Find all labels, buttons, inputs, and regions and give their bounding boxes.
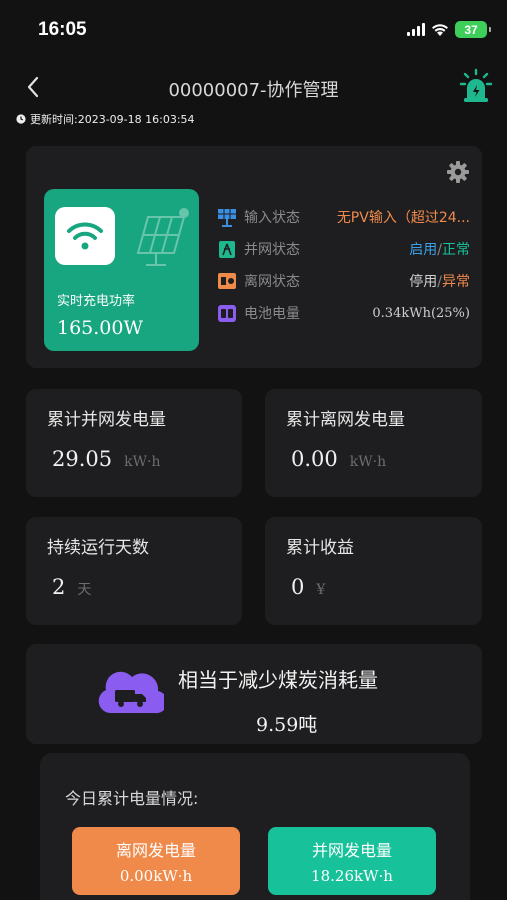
power-label: 实时充电功率: [57, 294, 136, 309]
coal-saving-value: 9.59吨: [256, 714, 318, 736]
clock-icon: [16, 114, 26, 124]
status-list: 输入状态 无PV输入（超过24... 并网状态 启用/正常 离网状态 停用/异常…: [216, 201, 478, 329]
offgrid-generation-label: 累计离网发电量: [286, 410, 405, 430]
grid-status-value: 启用/正常: [409, 239, 470, 259]
today-summary-card: 今日累计电量情况: 离网发电量 0.00kW·h 并网发电量 18.26kW·h: [40, 753, 470, 900]
offgrid-status-abnormal: 异常: [442, 274, 470, 290]
system-icons: 37: [407, 21, 491, 38]
alarm-button[interactable]: [459, 68, 493, 104]
offgrid-today-label: 离网发电量: [115, 841, 196, 860]
offgrid-today-button[interactable]: 离网发电量 0.00kW·h: [72, 827, 240, 895]
battery-status-value: 0.34kWh(25%): [372, 305, 470, 321]
alarm-light-icon: [459, 68, 493, 102]
settings-button[interactable]: [446, 160, 470, 184]
nav-bar: 00000007-协作管理: [0, 62, 507, 110]
run-days-card: 持续运行天数 2天: [26, 517, 242, 625]
income-value: 0 ¥: [291, 575, 325, 599]
grid-status-normal: 正常: [442, 242, 470, 258]
offgrid-status-row: 离网状态 停用/异常: [216, 265, 478, 297]
offgrid-status-value: 停用/异常: [409, 271, 470, 291]
cellular-signal-icon: [407, 23, 425, 36]
grid-status-row: 并网状态 启用/正常: [216, 233, 478, 265]
income-label: 累计收益: [286, 538, 354, 558]
grid-status-enabled: 启用: [409, 242, 438, 258]
input-status-row: 输入状态 无PV输入（超过24...: [216, 201, 478, 233]
grid-tower-icon: [216, 238, 238, 260]
run-days-value: 2天: [52, 575, 91, 599]
battery-level-icon: [216, 302, 238, 324]
device-status-card: 实时充电功率 165.00W 输入状态 无PV输入（超过24... 并网状态 启…: [26, 146, 482, 368]
page-title: 00000007-协作管理: [168, 80, 339, 101]
grid-today-value: 18.26kW·h: [311, 867, 393, 885]
update-time: 更新时间:2023-09-18 16:03:54: [16, 111, 195, 127]
solar-panel-icon: [136, 208, 189, 266]
income-card: 累计收益 0 ¥: [265, 517, 482, 625]
wifi-status-icon: [432, 23, 448, 36]
clock: 16:05: [38, 19, 87, 40]
grid-today-label: 并网发电量: [311, 841, 392, 860]
grid-today-button[interactable]: 并网发电量 18.26kW·h: [268, 827, 436, 895]
grid-status-label: 并网状态: [244, 242, 300, 258]
grid-generation-number: 29.05: [52, 447, 113, 471]
grid-generation-value: 29.05 kW·h: [52, 447, 160, 471]
input-status-label: 输入状态: [244, 210, 300, 226]
battery-status-row: 电池电量 0.34kWh(25%): [216, 297, 478, 329]
coal-saving-card: 相当于减少煤炭消耗量 9.59吨: [26, 644, 482, 744]
wifi-box: [55, 207, 115, 265]
offgrid-generation-value: 0.00 kW·h: [291, 447, 386, 471]
offgrid-icon: [216, 270, 238, 292]
run-days-number: 2: [52, 575, 66, 599]
run-days-unit: 天: [77, 582, 92, 598]
charging-power-tile: 实时充电功率 165.00W: [44, 189, 199, 351]
offgrid-generation-unit: kW·h: [349, 454, 387, 470]
solar-input-icon: [216, 206, 238, 228]
offgrid-status-label: 离网状态: [244, 274, 300, 290]
income-number: 0: [291, 575, 305, 599]
status-bar: 16:05 37: [0, 0, 507, 62]
gear-icon: [447, 161, 469, 183]
input-status-value: 无PV输入（超过24...: [336, 210, 470, 226]
income-unit: ¥: [316, 582, 326, 598]
update-time-text: 更新时间:2023-09-18 16:03:54: [30, 113, 195, 126]
run-days-label: 持续运行天数: [47, 538, 149, 558]
wifi-icon: [67, 222, 103, 250]
cloud-truck-icon: [98, 671, 164, 714]
grid-generation-unit: kW·h: [124, 454, 161, 470]
power-value: 165.00W: [57, 317, 144, 339]
offgrid-status-disabled: 停用: [409, 274, 438, 290]
offgrid-generation-number: 0.00: [291, 447, 338, 471]
coal-saving-title: 相当于减少煤炭消耗量: [178, 668, 378, 692]
grid-generation-label: 累计并网发电量: [47, 410, 166, 430]
offgrid-generation-card: 累计离网发电量 0.00 kW·h: [265, 389, 482, 497]
grid-generation-card: 累计并网发电量 29.05 kW·h: [26, 389, 242, 497]
battery-status-label: 电池电量: [244, 306, 300, 322]
today-summary-title: 今日累计电量情况:: [65, 789, 199, 808]
offgrid-today-value: 0.00kW·h: [119, 867, 193, 885]
battery-indicator: 37: [455, 21, 491, 38]
